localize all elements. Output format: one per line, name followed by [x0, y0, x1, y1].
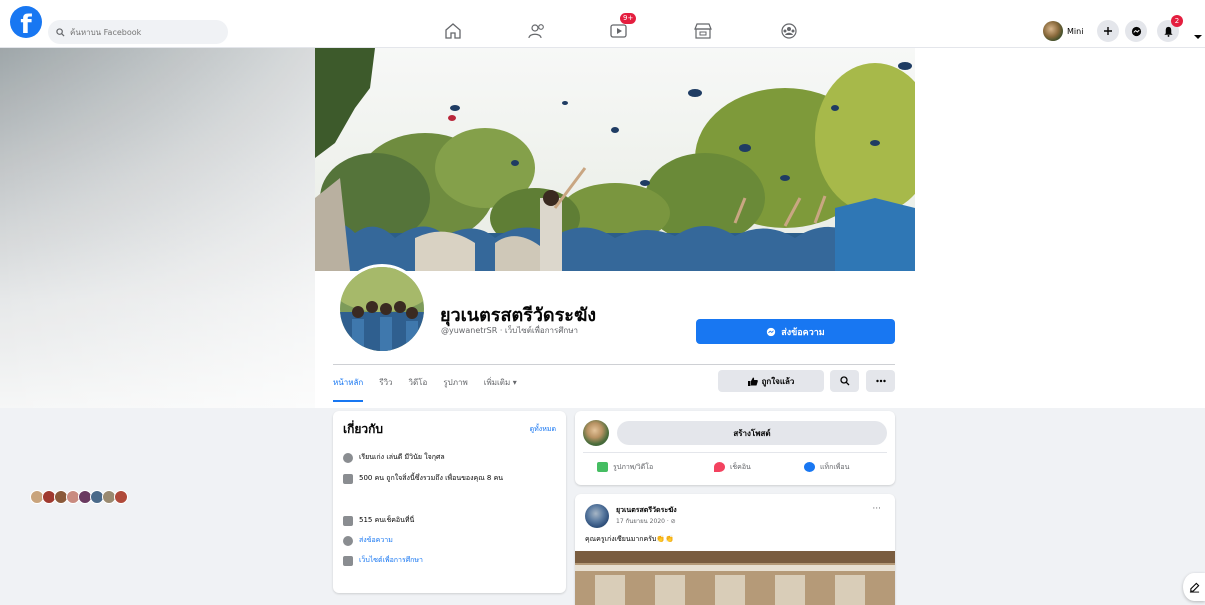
nav-home[interactable] — [440, 20, 466, 42]
nav-groups[interactable] — [776, 20, 802, 42]
messenger-icon — [343, 535, 353, 546]
bell-icon — [1163, 26, 1173, 37]
page-handle: @yuwanetrSR · เว็บไซต์เพื่อการศึกษา — [441, 326, 579, 335]
graduation-cover-image — [315, 48, 915, 271]
intro-info: เรียนเก่ง เล่นดี มีวินัย ใจกุศล — [343, 452, 558, 463]
search-box[interactable] — [48, 20, 228, 44]
checkin-button[interactable]: เช็คอิน — [714, 459, 751, 475]
chevron-down-icon — [1194, 35, 1202, 39]
search-page-button[interactable] — [830, 370, 859, 392]
category-icon — [343, 555, 353, 566]
avatar[interactable] — [114, 490, 128, 504]
group-photo-image — [340, 267, 424, 351]
avatar[interactable] — [585, 504, 609, 528]
about-title: เกี่ยวกับ — [343, 422, 384, 436]
top-navigation-bar: f 9+ Mini 2 — [0, 0, 1205, 48]
cover-backdrop-left — [0, 48, 315, 408]
messenger-icon — [767, 327, 776, 336]
avatar — [583, 420, 609, 446]
account-menu-button[interactable] — [1193, 26, 1203, 45]
post-image[interactable] — [575, 551, 895, 605]
post-author[interactable]: ยุวเนตรสตรีวัดระฆัง — [616, 505, 677, 516]
messenger-button[interactable] — [1125, 20, 1147, 42]
intro-likes: 500 คน ถูกใจสิ่งนี้ซึ่งรวมถึง เพื่อนของค… — [343, 473, 558, 484]
header-divider — [333, 364, 895, 365]
intro-category[interactable]: เว็บไซต์เพื่อการศึกษา — [343, 555, 558, 566]
create-post-button[interactable]: สร้างโพสต์ — [617, 421, 887, 445]
more-icon — [875, 379, 886, 383]
groups-icon — [781, 23, 797, 39]
location-pin-icon — [714, 462, 725, 472]
intro-likes-text: 500 คน ถูกใจสิ่งนี้ซึ่งรวมถึง เพื่อนของค… — [359, 474, 504, 482]
see-all-link[interactable]: ดูทั้งหมด — [530, 424, 556, 435]
tag-friends-label: แท็กเพื่อน — [820, 462, 850, 471]
tab-more[interactable]: เพิ่มเติม ▾ — [484, 372, 517, 393]
create-button[interactable] — [1097, 20, 1119, 42]
home-icon — [445, 23, 461, 39]
tab-reviews[interactable]: รีวิว — [379, 372, 392, 393]
avatar — [1043, 21, 1063, 41]
more-options-button[interactable] — [866, 370, 895, 392]
send-message-button[interactable]: ส่งข้อความ — [696, 319, 895, 344]
post-more-button[interactable]: ··· — [872, 504, 881, 514]
post-timestamp[interactable]: 17 กันยายน 2020 · ⊘ — [616, 516, 676, 526]
search-input[interactable] — [70, 27, 220, 37]
checkin-icon — [343, 515, 353, 526]
messenger-icon — [1131, 26, 1141, 36]
photo-icon — [597, 462, 608, 472]
tag-friends-icon — [804, 462, 815, 472]
profile-chip[interactable]: Mini — [1043, 20, 1083, 42]
intro-checkins-text: 515 คนเช็คอินที่นี่ — [359, 516, 415, 524]
nav-watch[interactable]: 9+ — [606, 13, 637, 42]
tab-videos[interactable]: วิดีโอ — [409, 372, 428, 393]
profile-name: Mini — [1067, 26, 1084, 36]
marketplace-icon — [694, 23, 712, 39]
compose-icon — [1189, 582, 1199, 593]
tab-home[interactable]: หน้าหลัก — [333, 372, 364, 402]
photo-video-button[interactable]: รูปภาพ/วิดีโอ — [597, 459, 653, 475]
like-page-label: ถูกใจแล้ว — [761, 376, 795, 386]
thumbs-up-icon — [343, 473, 353, 484]
like-page-button[interactable]: ถูกใจแล้ว — [718, 370, 824, 392]
nav-friends[interactable] — [524, 20, 550, 42]
watch-badge: 9+ — [620, 13, 637, 24]
about-card: เกี่ยวกับ ดูทั้งหมด เรียนเก่ง เล่นดี มีว… — [333, 411, 566, 593]
friends-icon — [528, 24, 544, 39]
notification-badge: 2 — [1171, 15, 1183, 27]
page-tabs: หน้าหลัก รีวิว วิดีโอ รูปภาพ เพิ่มเติม ▾ — [333, 371, 533, 402]
photo-video-label: รูปภาพ/วิดีโอ — [613, 462, 654, 471]
feed-post: ยุวเนตรสตรีวัดระฆัง 17 กันยายน 2020 · ⊘ … — [575, 494, 895, 605]
new-message-button[interactable] — [1183, 573, 1205, 601]
intro-message[interactable]: ส่งข้อความ — [343, 535, 558, 546]
facebook-logo[interactable]: f — [10, 6, 42, 38]
send-message-label: ส่งข้อความ — [781, 327, 825, 338]
intro-info-text: เรียนเก่ง เล่นดี มีวินัย ใจกุศล — [359, 453, 445, 461]
search-icon — [56, 27, 65, 37]
search-icon — [839, 376, 849, 386]
info-icon — [343, 452, 353, 463]
tab-photos[interactable]: รูปภาพ — [443, 372, 467, 393]
thumbs-up-icon — [747, 377, 758, 386]
intro-message-text: ส่งข้อความ — [359, 536, 393, 544]
tag-friends-button[interactable]: แท็กเพื่อน — [804, 459, 849, 475]
plus-icon — [1104, 27, 1112, 35]
nav-marketplace[interactable] — [690, 20, 716, 42]
notifications-button[interactable]: 2 — [1157, 15, 1183, 42]
intro-checkins: 515 คนเช็คอินที่นี่ — [343, 515, 558, 526]
cover-photo[interactable] — [315, 48, 915, 271]
intro-category-text: เว็บไซต์เพื่อการศึกษา — [359, 556, 423, 564]
checkin-label: เช็คอิน — [730, 462, 751, 471]
create-post-card: สร้างโพสต์ รูปภาพ/วิดีโอ เช็คอิน แท็กเพื… — [575, 411, 895, 485]
post-text: คุณครูเก่งเซียนมากครับ👏👏 — [585, 535, 674, 543]
watch-icon — [610, 24, 627, 38]
page-profile-photo[interactable] — [337, 264, 427, 354]
friend-avatars — [30, 490, 128, 504]
divider — [583, 452, 887, 453]
